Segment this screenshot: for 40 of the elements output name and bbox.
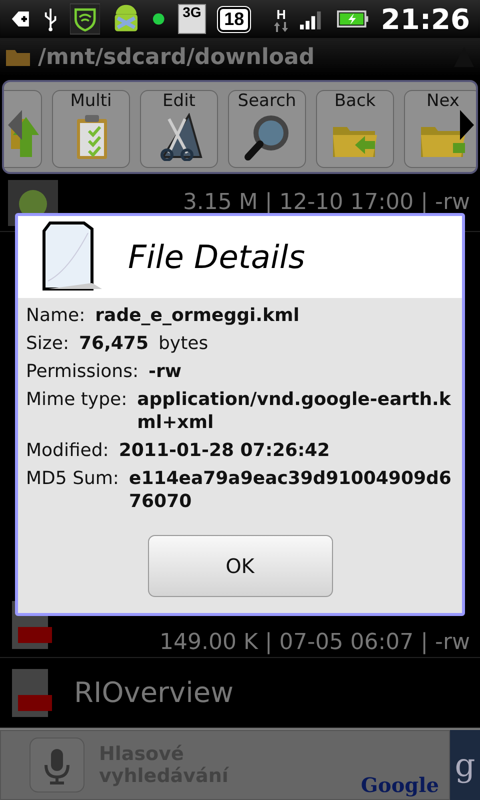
field-value: 76,475 — [79, 332, 148, 355]
edit-tool-button[interactable]: Edit — [140, 90, 218, 168]
next-tool-button[interactable]: Nex — [404, 90, 476, 168]
back-tool-button[interactable]: Back — [316, 90, 394, 168]
field-label: MD5 Sum: — [26, 467, 119, 491]
file-name: RIOverview — [74, 676, 234, 709]
folder-icon — [6, 48, 30, 66]
field-value: application/vnd.google-earth.kml+xml — [137, 388, 452, 434]
search-icon — [243, 113, 291, 161]
folder-path: /mnt/sdcard/download — [38, 44, 316, 70]
network-type-badge: 3G — [178, 4, 206, 34]
field-value: rade_e_ormeggi.kml — [95, 304, 300, 327]
field-label: Mime type: — [26, 388, 128, 412]
status-dot-icon — [152, 12, 166, 26]
unit-label: bytes — [158, 332, 208, 355]
file-info: 3.15 M | 12-10 17:00 | -rw — [182, 190, 470, 215]
field-label: Name: — [26, 304, 86, 327]
field-value: 2011-01-28 07:26:42 — [118, 439, 330, 462]
multi-tool-button[interactable]: Multi — [52, 90, 130, 168]
clock: 21:26 — [380, 2, 470, 36]
field-label: Permissions: — [26, 360, 139, 383]
usb-icon — [42, 6, 58, 32]
field-value: e114ea79a9eac39d91004909d676070 — [129, 467, 452, 513]
logo: Google — [360, 773, 439, 797]
search-tool-button[interactable]: Search — [228, 90, 306, 168]
ok-button[interactable]: OK — [148, 535, 332, 597]
dialog-title: File Details — [128, 238, 305, 276]
shield-icon — [70, 3, 100, 35]
field-value: -rw — [148, 360, 182, 383]
field-label: Modified: — [26, 439, 109, 462]
field-label: Size: — [26, 332, 70, 355]
microphone-icon[interactable] — [29, 737, 85, 793]
google-search-button[interactable]: g — [450, 730, 480, 800]
right-arrow-icon[interactable] — [460, 110, 474, 140]
file-info: 149.00 K | 07-05 06:07 | -rw — [160, 630, 470, 655]
notification-count: 18 — [218, 6, 250, 32]
left-arrow-icon[interactable] — [8, 110, 22, 140]
data-type-label: H — [276, 6, 286, 22]
data-arrows-icon — [274, 22, 288, 32]
battery-icon — [336, 9, 369, 29]
